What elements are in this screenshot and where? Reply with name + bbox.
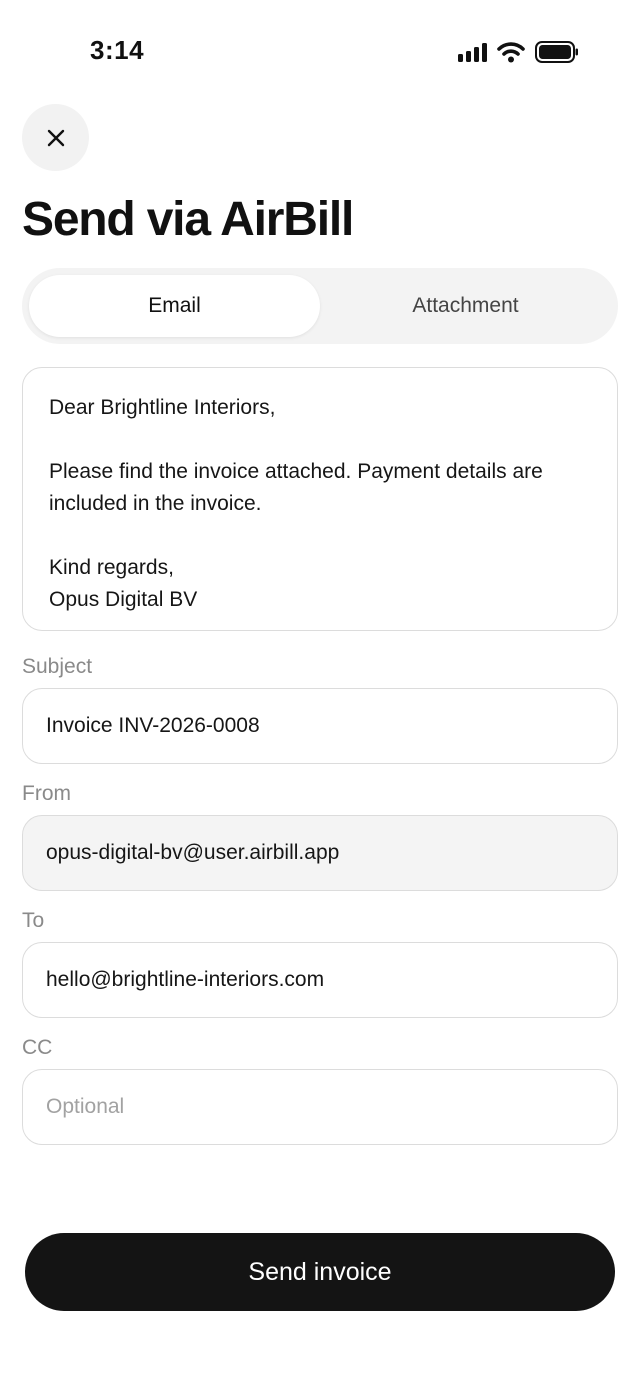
cellular-signal-icon xyxy=(458,42,487,62)
status-bar: 3:14 xyxy=(0,0,640,100)
tab-switcher: Email Attachment xyxy=(22,268,618,344)
from-value: opus-digital-bv@user.airbill.app xyxy=(46,841,340,864)
message-signature: Opus Digital BV xyxy=(49,588,198,611)
tab-attachment[interactable]: Attachment xyxy=(320,275,611,337)
message-greeting: Dear Brightline Interiors, xyxy=(49,396,276,419)
message-body: Please find the invoice attached. Paymen… xyxy=(49,460,543,515)
cc-placeholder: Optional xyxy=(46,1095,125,1118)
close-button[interactable] xyxy=(22,104,89,171)
subject-input[interactable]: Invoice INV-2026-0008 xyxy=(22,688,618,764)
to-label: To xyxy=(22,909,45,932)
page-title: Send via AirBill xyxy=(22,193,354,246)
subject-value: Invoice INV-2026-0008 xyxy=(46,714,260,737)
tab-email[interactable]: Email xyxy=(29,275,320,337)
status-time: 3:14 xyxy=(90,35,145,65)
message-body-textarea[interactable]: Dear Brightline Interiors, Please find t… xyxy=(22,367,618,631)
cc-label: CC xyxy=(22,1036,53,1059)
to-value: hello@brightline-interiors.com xyxy=(46,968,325,991)
battery-icon xyxy=(535,41,578,63)
message-closing: Kind regards, xyxy=(49,556,174,579)
from-label: From xyxy=(22,782,71,805)
to-input[interactable]: hello@brightline-interiors.com xyxy=(22,942,618,1018)
from-field: opus-digital-bv@user.airbill.app xyxy=(22,815,618,891)
close-icon xyxy=(47,129,64,146)
cc-input[interactable]: Optional xyxy=(22,1069,618,1145)
subject-label: Subject xyxy=(22,655,93,678)
send-invoice-button[interactable]: Send invoice xyxy=(25,1233,615,1311)
wifi-icon xyxy=(497,42,525,63)
status-icons xyxy=(458,40,579,64)
